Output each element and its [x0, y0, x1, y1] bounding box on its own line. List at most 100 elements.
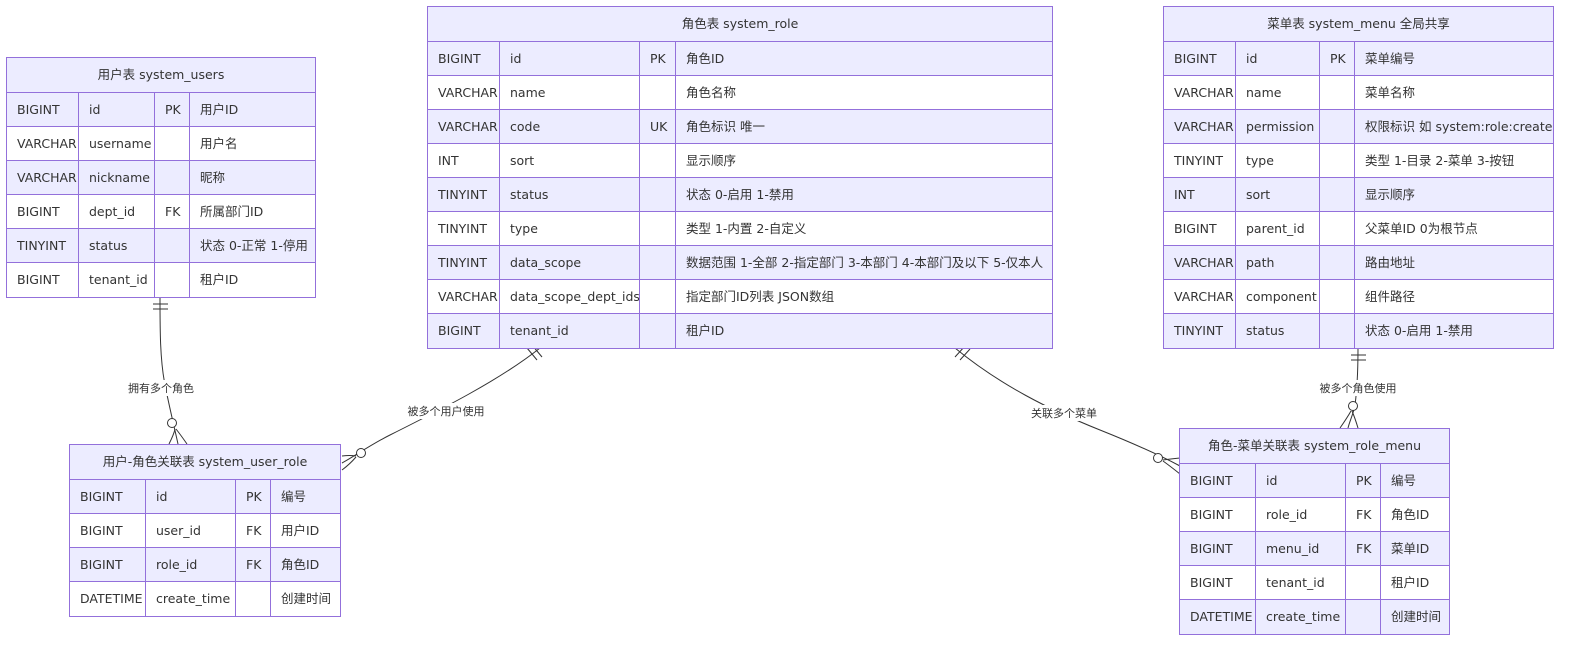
entity-system-user-role: 用户-角色关联表 system_user_role BIGINT id PK 编号 B…: [69, 444, 341, 617]
attr-comment: 指定部门ID列表 JSON数组: [686, 289, 835, 304]
attr-comment: 用户ID: [281, 523, 320, 538]
attr-name: create_time: [146, 582, 236, 616]
attribute-row: BIGINT tenant_id 租户ID: [1180, 566, 1449, 600]
attr-name: sort: [1236, 178, 1320, 211]
attr-key: [640, 314, 676, 348]
attr-key: [1320, 178, 1355, 211]
attr-comment: 菜单编号: [1365, 51, 1416, 66]
attr-key: [1346, 566, 1381, 599]
attr-comment: 所属部门ID: [200, 204, 264, 219]
attr-name: user_id: [146, 514, 236, 547]
entity-system-users: 用户表 system_users BIGINT id PK 用户ID VARCHAR u…: [6, 57, 316, 298]
attr-comment: 权限标识 如 system:role:create: [1365, 119, 1553, 134]
attribute-row: VARCHAR name 菜单名称: [1164, 76, 1553, 110]
attr-name: status: [1236, 314, 1320, 348]
attr-type: BIGINT: [1180, 532, 1256, 565]
attr-type: VARCHAR: [428, 76, 500, 109]
attr-name: name: [500, 76, 640, 109]
attr-name: status: [79, 229, 155, 262]
attr-comment: 菜单名称: [1365, 85, 1416, 100]
attribute-row: VARCHAR component 组件路径: [1164, 280, 1553, 314]
attr-type: INT: [1164, 178, 1236, 211]
attr-name: permission: [1236, 110, 1320, 143]
attr-name: parent_id: [1236, 212, 1320, 245]
attr-key: [1320, 144, 1355, 177]
attr-name: data_scope: [500, 246, 640, 279]
attr-comment: 角色标识 唯一: [686, 119, 765, 134]
attr-type: VARCHAR: [428, 280, 500, 313]
er-diagram: 拥有多个角色 被多个用户使用 关联多个菜单 被多个角色使用 用户表 system…: [0, 0, 1584, 650]
attr-type: BIGINT: [1164, 212, 1236, 245]
attr-comment: 租户ID: [200, 272, 239, 287]
attr-type: TINYINT: [428, 246, 500, 279]
attr-name: sort: [500, 144, 640, 177]
attribute-row: DATETIME create_time 创建时间: [1180, 600, 1449, 634]
attribute-row: VARCHAR data_scope_dept_ids 指定部门ID列表 JSON数…: [428, 280, 1052, 314]
attr-type: BIGINT: [428, 42, 500, 75]
attr-key: UK: [640, 110, 676, 143]
rel-label-menu-role-menu: 被多个角色使用: [1320, 381, 1397, 395]
attribute-row: BIGINT dept_id FK 所属部门ID: [7, 195, 315, 229]
attr-type: VARCHAR: [1164, 110, 1236, 143]
attr-key: [1320, 110, 1355, 143]
attribute-row: VARCHAR name 角色名称: [428, 76, 1052, 110]
attribute-row: INT sort 显示顺序: [1164, 178, 1553, 212]
attribute-row: BIGINT tenant_id 租户ID: [7, 263, 315, 297]
attr-key: [640, 76, 676, 109]
attr-comment: 路由地址: [1365, 255, 1416, 270]
attr-comment: 编号: [1391, 473, 1417, 488]
attr-type: TINYINT: [1164, 314, 1236, 348]
attr-name: tenant_id: [1256, 566, 1346, 599]
attr-type: BIGINT: [1180, 498, 1256, 531]
attr-name: id: [79, 93, 155, 126]
attr-key: PK: [1320, 42, 1355, 75]
attr-comment: 类型 1-目录 2-菜单 3-按钮: [1365, 153, 1515, 168]
attr-type: BIGINT: [7, 93, 79, 126]
attr-key: [236, 582, 271, 616]
attr-name: component: [1236, 280, 1320, 313]
rel-label-users-user-role: 拥有多个角色: [128, 381, 194, 395]
attr-comment: 数据范围 1-全部 2-指定部门 3-本部门 4-本部门及以下 5-仅本人: [686, 255, 1044, 270]
attribute-row: BIGINT id PK 用户ID: [7, 93, 315, 127]
attr-name: type: [1236, 144, 1320, 177]
attr-comment: 创建时间: [281, 591, 332, 606]
one-only-marker: [1351, 354, 1366, 361]
attribute-row: VARCHAR permission 权限标识 如 system:role:crea…: [1164, 110, 1553, 144]
attr-key: [1320, 314, 1355, 348]
attr-key: [155, 127, 190, 160]
attr-type: TINYINT: [1164, 144, 1236, 177]
attr-type: VARCHAR: [1164, 246, 1236, 279]
rel-label-role-role-menu: 关联多个菜单: [1031, 406, 1097, 420]
attribute-row: TINYINT data_scope 数据范围 1-全部 2-指定部门 3-本部门 …: [428, 246, 1052, 280]
attr-key: [155, 229, 190, 262]
attr-comment: 菜单ID: [1391, 541, 1430, 556]
attr-key: [1320, 280, 1355, 313]
entity-system-menu: 菜单表 system_menu 全局共享 BIGINT id PK 菜单编号 VARC…: [1163, 6, 1554, 349]
entity-system-role-menu: 角色-菜单关联表 system_role_menu BIGINT id PK 编号 B…: [1179, 428, 1450, 635]
attr-name: id: [1256, 464, 1346, 497]
attr-type: DATETIME: [70, 582, 146, 616]
attr-comment: 租户ID: [686, 323, 725, 338]
attr-comment: 显示顺序: [686, 153, 737, 168]
entity-title: 角色-菜单关联表 system_role_menu: [1180, 429, 1449, 464]
entity-system-role: 角色表 system_role BIGINT id PK 角色ID VARCHAR na…: [427, 6, 1053, 349]
attr-comment: 租户ID: [1391, 575, 1430, 590]
attr-type: TINYINT: [428, 212, 500, 245]
attribute-row: VARCHAR path 路由地址: [1164, 246, 1553, 280]
entity-title: 用户表 system_users: [7, 58, 315, 93]
attr-key: [640, 178, 676, 211]
attr-type: VARCHAR: [7, 127, 79, 160]
attr-type: BIGINT: [1180, 566, 1256, 599]
attr-type: VARCHAR: [428, 110, 500, 143]
attr-key: [640, 280, 676, 313]
attr-key: PK: [155, 93, 190, 126]
attr-key: FK: [1346, 498, 1381, 531]
attr-comment: 类型 1-内置 2-自定义: [686, 221, 807, 236]
attribute-row: TINYINT status 状态 0-启用 1-禁用: [1164, 314, 1553, 348]
attr-type: TINYINT: [7, 229, 79, 262]
attr-type: BIGINT: [7, 195, 79, 228]
attr-name: role_id: [1256, 498, 1346, 531]
entity-title: 用户-角色关联表 system_user_role: [70, 445, 340, 480]
attr-name: id: [500, 42, 640, 75]
attr-comment: 状态 0-启用 1-禁用: [686, 187, 794, 202]
